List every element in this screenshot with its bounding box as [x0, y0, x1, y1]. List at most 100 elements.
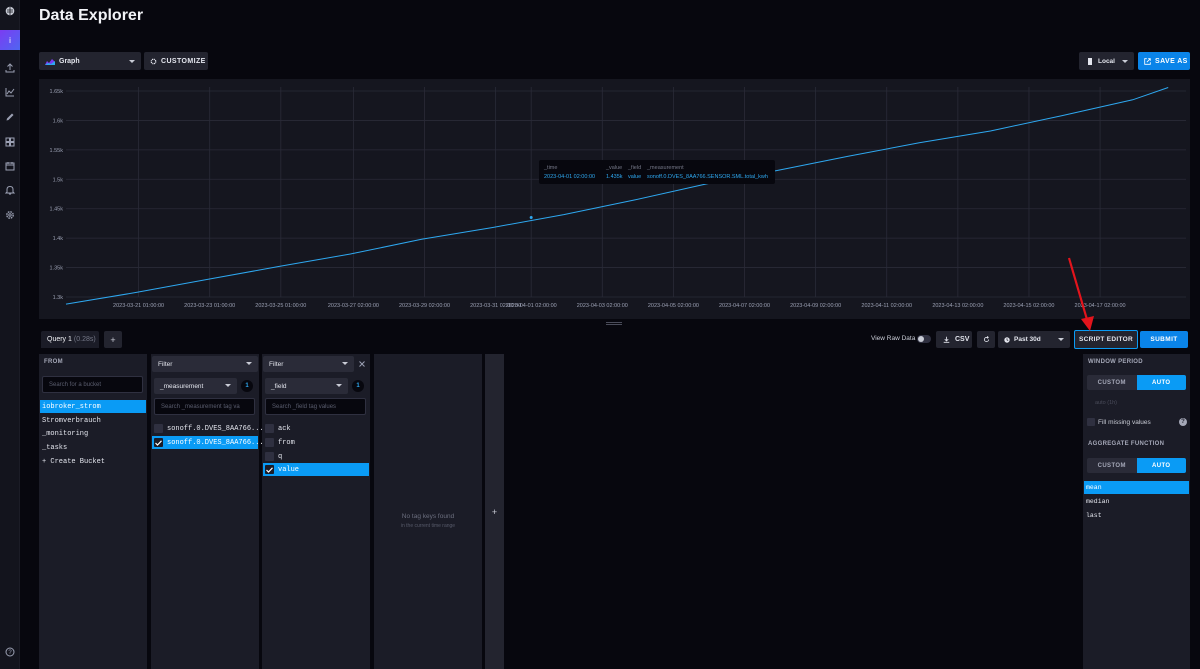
chevron-down-icon — [1058, 338, 1064, 341]
filter-panel-field: Filter _field 1 Search _field tag values… — [262, 354, 370, 669]
field-item-from[interactable]: from — [263, 436, 369, 449]
tag-key-dropdown[interactable]: _field — [265, 378, 348, 394]
pencil-icon[interactable] — [0, 107, 20, 127]
filter-panel-measurement: Filter _measurement 1 Search _measuremen… — [151, 354, 264, 669]
page-title: Data Explorer — [39, 7, 144, 24]
x-tick-label: 2023-04-11 02:00:00 — [861, 303, 912, 309]
y-tick-label: 1.3k — [53, 295, 64, 301]
field-search-input[interactable]: Search _field tag values — [265, 398, 366, 415]
y-tick-label: 1.45k — [50, 207, 64, 213]
function-auto-button[interactable]: AUTO — [1136, 458, 1186, 473]
export-icon — [1144, 57, 1151, 65]
add-filter-button[interactable]: + — [485, 354, 504, 669]
resize-handle[interactable] — [606, 322, 622, 326]
csv-button[interactable]: CSV — [936, 331, 972, 348]
checkbox-checked[interactable] — [154, 438, 163, 447]
fill-missing-checkbox[interactable] — [1087, 418, 1095, 426]
checkbox[interactable] — [265, 438, 274, 447]
arrow-annotation — [1067, 257, 1094, 331]
tooltip-time: 2023-04-01 02:00:00 — [544, 173, 596, 180]
y-tick-label: 1.65k — [50, 89, 64, 95]
y-tick-label: 1.4k — [53, 236, 64, 242]
chevron-down-icon — [246, 362, 252, 365]
tooltip-measurement: sonoff.0.DVES_8AA766.SENSOR.SML.total_kw… — [647, 173, 768, 180]
selected-count-badge: 1 — [352, 380, 364, 392]
bell-icon[interactable] — [0, 180, 20, 200]
filter-mode-dropdown[interactable]: Filter — [152, 356, 258, 372]
dashboard-icon[interactable] — [0, 132, 20, 152]
x-tick-label: 2023-03-29 02:00:00 — [399, 303, 450, 309]
bucket-item-stromverbrauch[interactable]: Stromverbrauch — [40, 414, 146, 427]
customize-button[interactable]: CUSTOMIZE — [144, 52, 208, 70]
add-query-button[interactable]: + — [104, 331, 122, 348]
bucket-search-input[interactable]: Search for a bucket — [42, 376, 143, 393]
window-auto-button[interactable]: AUTO — [1136, 375, 1186, 390]
tooltip-field: value — [628, 173, 642, 180]
measurement-item[interactable]: sonoff.0.DVES_8AA766... — [152, 422, 264, 435]
left-nav: i ? — [0, 0, 20, 669]
field-item-ack[interactable]: ack — [263, 422, 369, 435]
view-raw-toggle[interactable] — [917, 335, 931, 343]
function-item-last[interactable]: last — [1084, 509, 1189, 522]
tag-key-dropdown[interactable]: _measurement — [154, 378, 237, 394]
x-tick-label: 2023-04-07 02:00:00 — [719, 303, 770, 309]
tab-query-1[interactable]: Query 1 (0.28s) — [41, 331, 99, 348]
help-icon[interactable]: ? — [0, 642, 20, 662]
fill-missing-row[interactable]: Fill missing values — [1087, 418, 1151, 426]
submit-button[interactable]: SUBMIT — [1140, 331, 1188, 348]
empty-state-title: No tag keys found — [401, 513, 455, 520]
from-label: FROM — [44, 359, 63, 365]
gear-icon[interactable] — [0, 205, 20, 225]
tooltip-header-value: _value — [606, 164, 623, 171]
measurement-search-input[interactable]: Search _measurement tag va — [154, 398, 255, 415]
x-tick-label: 2023-03-27 02:00:00 — [328, 303, 379, 309]
tooltip-value: 1.435k — [606, 173, 623, 180]
window-custom-button[interactable]: CUSTOM — [1087, 375, 1137, 390]
x-tick-label: 2023-04-13 02:00:00 — [932, 303, 983, 309]
function-custom-button[interactable]: CUSTOM — [1087, 458, 1137, 473]
y-tick-label: 1.55k — [50, 148, 64, 154]
checkbox[interactable] — [154, 424, 163, 433]
user-icon[interactable]: i — [0, 30, 20, 50]
bucket-item-tasks[interactable]: _tasks — [40, 441, 146, 454]
create-bucket-link[interactable]: + Create Bucket — [40, 455, 146, 468]
chevron-down-icon — [342, 362, 348, 365]
refresh-button[interactable] — [977, 331, 995, 348]
chevron-down-icon — [336, 384, 342, 387]
calendar-icon[interactable] — [0, 156, 20, 176]
save-as-button[interactable]: SAVE AS — [1138, 52, 1190, 70]
bucket-item-iobroker-strom[interactable]: iobroker_strom — [40, 400, 146, 413]
bucket-item-monitoring[interactable]: _monitoring — [40, 427, 146, 440]
x-tick-label: 2023-04-05 02:00:00 — [648, 303, 699, 309]
checkbox-checked[interactable] — [265, 465, 274, 474]
checkbox[interactable] — [265, 452, 274, 461]
function-item-mean[interactable]: mean — [1084, 481, 1189, 494]
x-tick-label: 2023-03-23 01:00:00 — [184, 303, 235, 309]
checkbox[interactable] — [265, 424, 274, 433]
gear-icon — [150, 58, 157, 64]
upload-icon[interactable] — [0, 58, 20, 78]
function-item-median[interactable]: median — [1084, 495, 1189, 508]
logo-icon[interactable] — [0, 1, 20, 21]
filter-mode-dropdown[interactable]: Filter — [263, 356, 354, 372]
chevron-down-icon — [225, 384, 231, 387]
measurement-item[interactable]: sonoff.0.DVES_8AA766... — [152, 436, 264, 449]
field-item-q[interactable]: q — [263, 450, 369, 463]
x-tick-label: 2023-04-01 02:00:00 — [506, 303, 557, 309]
timezone-dropdown[interactable]: Local — [1079, 52, 1134, 70]
line-chart: 1.65k 1.6k 1.55k 1.5k 1.45k 1.4k 1.35k 1.3k 2023… — [50, 87, 1186, 309]
empty-state-subtitle: in the current time range — [400, 523, 456, 529]
tooltip-header-measurement: _measurement — [647, 164, 684, 171]
close-icon[interactable] — [359, 361, 365, 367]
help-icon[interactable]: ? — [1179, 418, 1187, 426]
filter-panel-empty: No tag keys found in the current time ra… — [374, 354, 482, 669]
field-item-value[interactable]: value — [263, 463, 369, 476]
clock-icon — [1004, 336, 1010, 343]
y-tick-label: 1.5k — [53, 177, 64, 183]
aggregate-panel: WINDOW PERIOD CUSTOM AUTO auto (1h) Fill… — [1083, 354, 1190, 669]
graph-icon[interactable] — [0, 82, 20, 102]
x-tick-label: 2023-03-25 01:00:00 — [255, 303, 306, 309]
graph-area[interactable]: 1.65k 1.6k 1.55k 1.5k 1.45k 1.4k 1.35k 1.3k 2023… — [39, 79, 1190, 319]
x-tick-label: 2023-04-15 02:00:00 — [1003, 303, 1054, 309]
graph-type-dropdown[interactable]: Graph — [39, 52, 141, 70]
